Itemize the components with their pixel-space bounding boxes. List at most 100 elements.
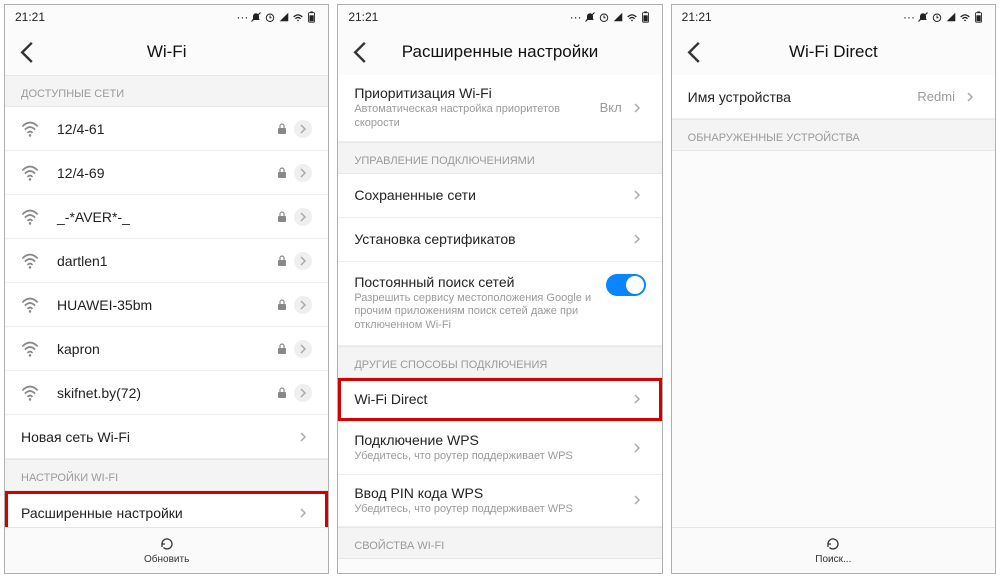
- refresh-icon: [825, 536, 841, 552]
- alarm-icon: [598, 11, 610, 23]
- network-ssid: dartlen1: [57, 253, 276, 269]
- section-connections: УПРАВЛЕНИЕ ПОДКЛЮЧЕНИЯМИ: [338, 142, 661, 174]
- footer-label: Обновить: [144, 554, 189, 565]
- content: Приоритизация Wi-Fi Автоматическая настр…: [338, 75, 661, 573]
- chevron-icon: [628, 186, 646, 204]
- wifi-status-icon: [626, 11, 638, 23]
- priority-label: Приоритизация Wi-Fi: [354, 85, 599, 101]
- back-button[interactable]: [682, 40, 706, 64]
- wifi-direct-row[interactable]: Wi-Fi Direct: [338, 378, 661, 422]
- certs-row[interactable]: Установка сертификатов: [338, 218, 661, 262]
- network-row[interactable]: kapron: [5, 327, 328, 371]
- priority-sub: Автоматическая настройка приоритетов ско…: [354, 103, 599, 131]
- wifi-icon: [21, 296, 43, 314]
- wps-row[interactable]: Подключение WPS Убедитесь, что роутер по…: [338, 422, 661, 475]
- lock-icon: [276, 211, 288, 223]
- footer-refresh[interactable]: Обновить: [5, 527, 328, 573]
- device-name-row[interactable]: Имя устройства Redmi: [672, 75, 995, 119]
- page-title: Wi-Fi: [5, 42, 328, 62]
- status-icons: ···: [903, 10, 985, 24]
- page-title: Wi-Fi Direct: [672, 42, 995, 62]
- wifi-icon: [21, 384, 43, 402]
- section-found: ОБНАРУЖЕННЫЕ УСТРОЙСТВА: [672, 119, 995, 151]
- wifi-icon: [21, 164, 43, 182]
- title-bar: Wi-Fi: [5, 29, 328, 75]
- chevron-icon: [294, 428, 312, 446]
- screen-wifi-direct: 21:21 ··· Wi-Fi Direct Имя устройства Re…: [671, 4, 996, 574]
- network-ssid: _-*AVER*-_: [57, 209, 276, 225]
- scan-toggle[interactable]: [606, 274, 646, 296]
- status-time: 21:21: [15, 10, 45, 24]
- chevron-icon: [294, 252, 312, 270]
- title-bar: Расширенные настройки: [338, 29, 661, 75]
- network-ssid: skifnet.by(72): [57, 385, 276, 401]
- network-row[interactable]: HUAWEI-35bm: [5, 283, 328, 327]
- chevron-icon: [628, 491, 646, 509]
- network-ssid: 12/4-69: [57, 165, 276, 181]
- device-label: Имя устройства: [688, 89, 918, 105]
- status-icons: ···: [570, 10, 652, 24]
- screen-wifi: 21:21 ··· Wi-Fi ДОСТУПНЫЕ СЕТИ 12/4-61 1…: [4, 4, 329, 574]
- signal-icon: [612, 11, 624, 23]
- wifi-icon: [21, 340, 43, 358]
- back-button[interactable]: [15, 40, 39, 64]
- content: Имя устройства Redmi ОБНАРУЖЕННЫЕ УСТРОЙ…: [672, 75, 995, 527]
- chevron-icon: [628, 439, 646, 457]
- wps-sub: Убедитесь, что роутер поддерживает WPS: [354, 450, 627, 464]
- alarm-icon: [931, 11, 943, 23]
- chevron-icon: [294, 120, 312, 138]
- lock-icon: [276, 255, 288, 267]
- battery-icon: [973, 11, 985, 23]
- wifi-status-icon: [959, 11, 971, 23]
- advanced-label: Расширенные настройки: [21, 505, 294, 521]
- saved-networks-row[interactable]: Сохраненные сети: [338, 174, 661, 218]
- network-row[interactable]: _-*AVER*-_: [5, 195, 328, 239]
- chevron-icon: [628, 230, 646, 248]
- wps-pin-label: Ввод PIN кода WPS: [354, 485, 627, 501]
- new-network-row[interactable]: Новая сеть Wi-Fi: [5, 415, 328, 459]
- footer-search[interactable]: Поиск...: [672, 527, 995, 573]
- battery-icon: [640, 11, 652, 23]
- status-bar: 21:21 ···: [672, 5, 995, 29]
- wps-label: Подключение WPS: [354, 432, 627, 448]
- chevron-icon: [294, 504, 312, 522]
- chevron-icon: [294, 340, 312, 358]
- chevron-icon: [628, 390, 646, 408]
- scan-always-row[interactable]: Постоянный поиск сетей Разрешить сервису…: [338, 262, 661, 346]
- status-bar: 21:21 ···: [338, 5, 661, 29]
- chevron-icon: [961, 88, 979, 106]
- bell-off-icon: [917, 11, 929, 23]
- title-bar: Wi-Fi Direct: [672, 29, 995, 75]
- network-row[interactable]: 12/4-69: [5, 151, 328, 195]
- back-icon: [348, 38, 372, 67]
- signal-icon: [945, 11, 957, 23]
- status-bar: 21:21 ···: [5, 5, 328, 29]
- network-row[interactable]: 12/4-61: [5, 107, 328, 151]
- chevron-icon: [294, 296, 312, 314]
- wifi-icon: [21, 252, 43, 270]
- network-row[interactable]: skifnet.by(72): [5, 371, 328, 415]
- back-icon: [15, 38, 39, 67]
- status-time: 21:21: [348, 10, 378, 24]
- lock-icon: [276, 299, 288, 311]
- chevron-icon: [294, 164, 312, 182]
- signal-icon: [278, 11, 290, 23]
- wps-pin-row[interactable]: Ввод PIN кода WPS Убедитесь, что роутер …: [338, 475, 661, 528]
- network-row[interactable]: dartlen1: [5, 239, 328, 283]
- bell-off-icon: [584, 11, 596, 23]
- advanced-settings-row[interactable]: Расширенные настройки: [5, 491, 328, 527]
- status-icons: ···: [236, 10, 318, 24]
- content: ДОСТУПНЫЕ СЕТИ 12/4-61 12/4-69 _-*AVER*-…: [5, 75, 328, 527]
- network-ssid: HUAWEI-35bm: [57, 297, 276, 313]
- back-button[interactable]: [348, 40, 372, 64]
- section-other: ДРУГИЕ СПОСОБЫ ПОДКЛЮЧЕНИЯ: [338, 346, 661, 378]
- back-icon: [682, 38, 706, 67]
- priority-value: Вкл: [600, 100, 622, 115]
- section-settings: НАСТРОЙКИ WI-FI: [5, 459, 328, 491]
- chevron-icon: [294, 384, 312, 402]
- bell-off-icon: [250, 11, 262, 23]
- lock-icon: [276, 387, 288, 399]
- section-props: СВОЙСТВА WI-FI: [338, 527, 661, 559]
- priority-row[interactable]: Приоритизация Wi-Fi Автоматическая настр…: [338, 75, 661, 142]
- page-title: Расширенные настройки: [338, 42, 661, 62]
